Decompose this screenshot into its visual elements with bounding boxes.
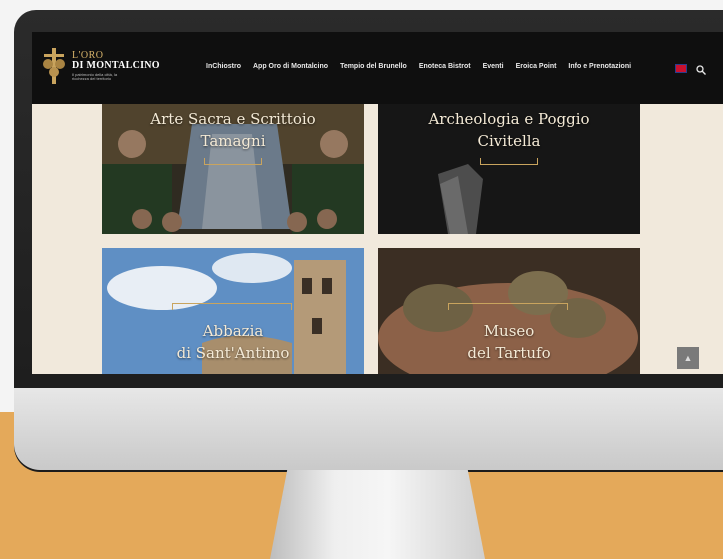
monitor-chin (14, 388, 723, 470)
tile-title-tartufo: Museo del Tartufo (378, 320, 640, 364)
nav-item-eventi[interactable]: Eventi (477, 63, 510, 70)
nav-item-eroica[interactable]: Eroica Point (510, 63, 563, 70)
tile-title-line1: Abbazia (202, 322, 264, 340)
tile-abbazia[interactable]: Abbazia di Sant'Antimo (102, 248, 364, 374)
gold-divider-tick (480, 158, 481, 165)
gold-divider-tick (261, 158, 262, 165)
tile-title-line2: di Sant'Antimo (176, 344, 290, 362)
gold-divider-tick (448, 303, 449, 310)
gold-divider-tick (291, 303, 292, 310)
gold-divider-tick (172, 303, 173, 310)
crest-icon (40, 46, 68, 86)
logo-line2: DI MONTALCINO (72, 60, 160, 71)
tile-title-line2: Civitella (477, 132, 541, 150)
tile-title-archeologia: Archeologia e Poggio Civitella (378, 108, 640, 152)
logo-tagline: Il patrimonio della città, la ricchezza … (72, 72, 118, 81)
tile-archeologia[interactable]: Archeologia e Poggio Civitella (378, 104, 640, 234)
nav-item-info[interactable]: Info e Prenotazioni (562, 63, 637, 70)
nav-item-enoteca[interactable]: Enoteca Bistrot (413, 63, 477, 70)
nav-item-tempio[interactable]: Tempio del Brunello (334, 63, 413, 70)
website-screen: L'ORO DI MONTALCINO Il patrimonio della … (32, 32, 723, 374)
chevron-up-icon: ▲ (683, 353, 693, 363)
tile-title-line1: Museo (483, 322, 535, 340)
gold-divider (172, 303, 292, 304)
tile-tartufo[interactable]: Museo del Tartufo (378, 248, 640, 374)
tile-title-line1: Archeologia e Poggio (428, 110, 590, 128)
scroll-to-top-button[interactable]: ▲ (677, 347, 699, 369)
monitor-stand (270, 470, 485, 559)
tile-title-line2: Tamagni (200, 132, 266, 150)
gold-divider (204, 164, 262, 165)
tile-arte-sacra[interactable]: Arte Sacra e Scrittoio Tamagni (102, 104, 364, 234)
uk-flag-icon[interactable] (675, 64, 687, 73)
main-nav: InChiostro App Oro di Montalcino Tempio … (200, 63, 637, 70)
nav-item-app[interactable]: App Oro di Montalcino (247, 63, 334, 70)
tile-title-line2: del Tartufo (467, 344, 551, 362)
site-header: L'ORO DI MONTALCINO Il patrimonio della … (32, 32, 723, 104)
tile-title-abbazia: Abbazia di Sant'Antimo (102, 320, 364, 364)
gold-divider-tick (537, 158, 538, 165)
site-logo[interactable]: L'ORO DI MONTALCINO Il patrimonio della … (40, 46, 160, 86)
gold-divider-tick (567, 303, 568, 310)
search-icon[interactable] (696, 62, 706, 75)
tile-title-arte-sacra: Arte Sacra e Scrittoio Tamagni (102, 108, 364, 152)
gold-divider-tick (204, 158, 205, 165)
nav-item-inchiostro[interactable]: InChiostro (200, 63, 247, 70)
tile-title-line1: Arte Sacra e Scrittoio (150, 110, 316, 128)
gold-divider (448, 303, 568, 304)
gold-divider (480, 164, 538, 165)
